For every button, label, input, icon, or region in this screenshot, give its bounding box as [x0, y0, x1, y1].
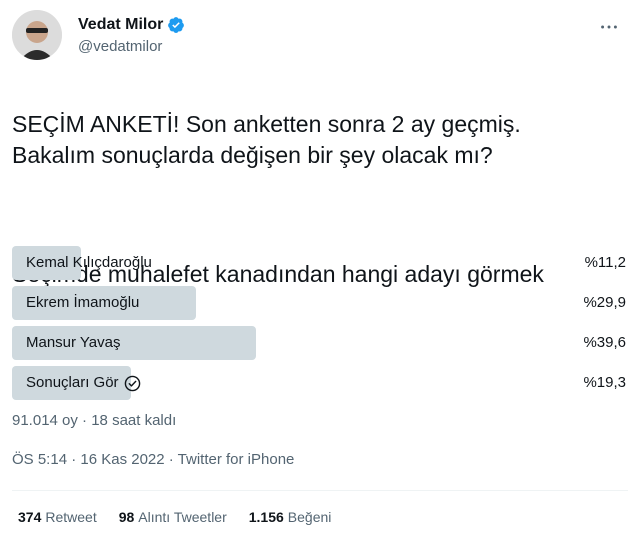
verified-badge-icon [168, 17, 185, 33]
quotes-label: Alıntı Tweetler [138, 509, 227, 525]
poll-meta: 91.014 oy · 18 saat kaldı [12, 412, 177, 429]
poll-option[interactable]: Kemal Kılıçdaroğlu %11,2 [12, 246, 628, 280]
poll-option-label: Mansur Yavaş [26, 334, 121, 351]
tweet-text-paragraph-1: SEÇİM ANKETİ! Son anketten sonra 2 ay ge… [12, 111, 521, 168]
handle[interactable]: @vedatmilor [78, 38, 162, 55]
likes-stat[interactable]: 1.156 Beğeni [249, 509, 332, 525]
quotes-count: 98 [118, 509, 135, 525]
divider [12, 490, 628, 491]
poll-option-percent: %29,9 [583, 294, 626, 311]
poll: Kemal Kılıçdaroğlu %11,2 Ekrem İmamoğlu … [12, 246, 628, 406]
poll-option-label: Sonuçları Gör [26, 366, 141, 400]
likes-label: Beğeni [287, 509, 332, 525]
poll-option-percent: %39,6 [583, 334, 626, 351]
poll-option-label: Kemal Kılıçdaroğlu [26, 254, 152, 271]
retweets-count: 374 [18, 509, 42, 525]
tweet-header: Vedat Milor @vedatmilor [12, 10, 628, 62]
name-row: Vedat Milor [78, 16, 185, 34]
display-name[interactable]: Vedat Milor [78, 16, 163, 34]
avatar[interactable] [12, 10, 62, 60]
check-circle-icon [124, 375, 140, 391]
more-options-icon[interactable] [598, 16, 620, 38]
engagement-stats: 374 Retweet 98 Alıntı Tweetler 1.156 Beğeni [18, 509, 353, 525]
poll-option-percent: %19,3 [583, 374, 626, 391]
retweets-label: Retweet [45, 509, 97, 525]
timestamp[interactable]: ÖS 5:14 · 16 Kas 2022 · Twitter for iPho… [12, 451, 294, 468]
user-avatar-icon [12, 10, 62, 60]
retweets-stat[interactable]: 374 Retweet [18, 509, 97, 525]
quotes-stat[interactable]: 98 Alıntı Tweetler [119, 509, 227, 525]
poll-option-label: Ekrem İmamoğlu [26, 294, 140, 311]
poll-option-selected[interactable]: Sonuçları Gör %19,3 [12, 366, 628, 400]
poll-option[interactable]: Ekrem İmamoğlu %29,9 [12, 286, 628, 320]
poll-option[interactable]: Mansur Yavaş %39,6 [12, 326, 628, 360]
poll-option-label-text: Sonuçları Gör [26, 374, 119, 391]
likes-count: 1.156 [248, 509, 284, 525]
poll-option-percent: %11,2 [584, 254, 626, 271]
